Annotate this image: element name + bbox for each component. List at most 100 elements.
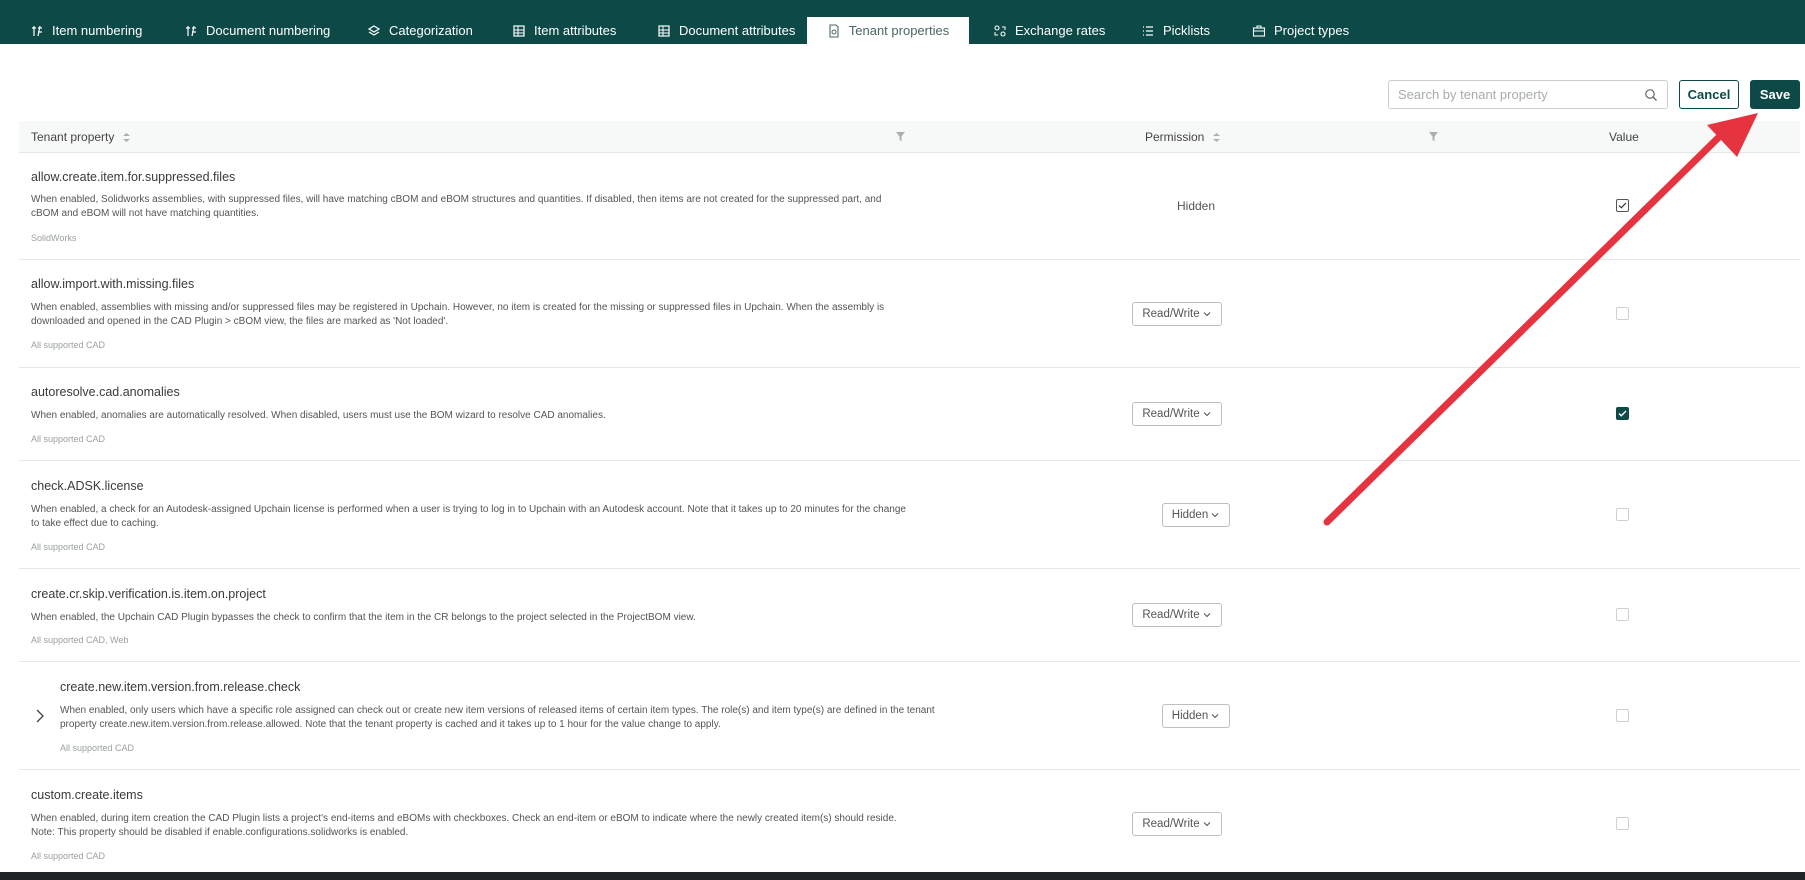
sort-icon[interactable] [122,132,131,143]
search-box [1388,80,1668,109]
filter-icon[interactable] [896,131,905,142]
chevron-down-icon [1203,312,1211,317]
property-name: check.ADSK.license [31,479,144,493]
column-header-value: Value [1609,130,1639,144]
permission-value: Hidden [1176,199,1216,213]
table-header: Tenant property Permission Value [19,121,1800,153]
permission-dropdown[interactable]: Read/Write [1132,603,1222,627]
settings-tab-bar: Item numbering Document numbering Catego… [0,0,1805,44]
permission-dropdown[interactable]: Read/Write [1132,812,1222,836]
supported-cad: All supported CAD, Web [31,635,129,645]
supported-cad: All supported CAD [31,851,106,861]
numbering-icon [32,25,42,36]
table-row: check.ADSK.license When enabled, a check… [19,461,1800,569]
permission-dropdown[interactable]: Read/Write [1132,302,1222,326]
tab-label: Project types [1274,23,1350,38]
supported-cad: SolidWorks [31,233,77,243]
permission-value: Read/Write [1142,818,1200,830]
property-description: When enabled, the Upchain CAD Plugin byp… [31,612,696,623]
search-icon[interactable] [1644,88,1658,102]
tab-item-numbering[interactable]: Item numbering [30,17,142,44]
property-description: When enabled, Solidworks assemblies, wit… [31,194,882,219]
chevron-down-icon [1203,412,1211,417]
tab-label: Exchange rates [1015,23,1106,38]
checkmark-icon [1618,410,1627,417]
permission-dropdown[interactable]: Hidden [1162,503,1230,527]
table-row: create.new.item.version.from.release.che… [19,662,1800,770]
numbering-icon [186,25,196,36]
supported-cad: All supported CAD [31,340,106,350]
supported-cad: All supported CAD [31,542,106,552]
permission-value: Read/Write [1142,408,1200,420]
property-name: custom.create.items [31,788,143,802]
permission-value: Read/Write [1142,609,1200,621]
chevron-down-icon [1203,613,1211,618]
table-icon [513,24,525,37]
permission-dropdown[interactable]: Read/Write [1132,402,1222,426]
tab-tenant-properties[interactable]: Tenant properties [807,17,969,44]
permission-value: Read/Write [1142,308,1200,320]
table-row: allow.create.item.for.suppressed.files W… [19,153,1800,260]
tab-label: Item numbering [52,23,143,38]
value-checkbox[interactable] [1616,199,1629,212]
table-row: allow.import.with.missing.files When ena… [19,260,1800,368]
permission-dropdown[interactable]: Hidden [1162,704,1230,728]
permission-value: Hidden [1171,509,1209,521]
chevron-right-icon[interactable] [34,708,46,724]
property-name: autoresolve.cad.anomalies [31,385,180,399]
cancel-button[interactable]: Cancel [1679,80,1739,109]
supported-cad: All supported CAD [60,743,135,753]
column-header-tenant-property[interactable]: Tenant property [31,130,131,144]
tab-label: Document attributes [679,23,796,38]
value-checkbox[interactable] [1616,608,1629,621]
tab-label: Document numbering [206,23,331,38]
tab-picklists[interactable]: Picklists [1141,17,1210,44]
property-name: allow.create.item.for.suppressed.files [31,170,236,184]
property-description: When enabled, during item creation the C… [31,813,897,838]
permission-value: Hidden [1171,710,1209,722]
document-settings-icon [829,23,839,38]
value-checkbox[interactable] [1616,709,1629,722]
tab-label: Tenant properties [848,23,950,38]
layers-icon [367,24,381,36]
value-checkbox[interactable] [1616,307,1629,320]
table-row: custom.create.items When enabled, during… [19,770,1800,872]
tab-document-attributes[interactable]: Document attributes [657,17,795,44]
table-row: autoresolve.cad.anomalies When enabled, … [19,368,1800,461]
value-checkbox[interactable] [1616,407,1629,420]
property-name: allow.import.with.missing.files [31,277,195,291]
search-input[interactable] [1389,81,1629,108]
property-name: create.cr.skip.verification.is.item.on.p… [31,587,266,601]
header-label: Tenant property [31,130,115,144]
supported-cad: All supported CAD [31,434,106,444]
filter-icon[interactable] [1429,131,1438,142]
column-header-permission[interactable]: Permission [1145,130,1221,144]
tab-categorization[interactable]: Categorization [367,17,473,44]
header-label: Value [1609,130,1639,144]
property-name: create.new.item.version.from.release.che… [60,680,301,694]
tab-project-types[interactable]: Project types [1252,17,1349,44]
table-icon [658,24,670,37]
tab-document-numbering[interactable]: Document numbering [184,17,330,44]
checkmark-icon [1618,202,1627,209]
bottom-bar [0,872,1805,880]
header-label: Permission [1145,130,1205,144]
property-description: When enabled, anomalies are automaticall… [31,410,606,421]
tab-label: Categorization [389,23,473,38]
sort-icon[interactable] [1212,132,1221,143]
value-checkbox[interactable] [1616,508,1629,521]
save-button[interactable]: Save [1750,80,1800,109]
property-description: When enabled, a check for an Autodesk-as… [31,504,906,529]
table-row: create.cr.skip.verification.is.item.on.p… [19,569,1800,662]
chevron-down-icon [1203,822,1211,827]
tab-label: Picklists [1163,23,1210,38]
exchange-icon [994,24,1006,37]
tab-label: Item attributes [534,23,617,38]
value-checkbox[interactable] [1616,817,1629,830]
tab-exchange-rates[interactable]: Exchange rates [993,17,1105,44]
property-description: When enabled, only users which have a sp… [60,705,935,730]
tab-item-attributes[interactable]: Item attributes [512,17,616,44]
briefcase-icon [1252,25,1266,37]
chevron-down-icon [1211,714,1219,719]
chevron-down-icon [1211,513,1219,518]
